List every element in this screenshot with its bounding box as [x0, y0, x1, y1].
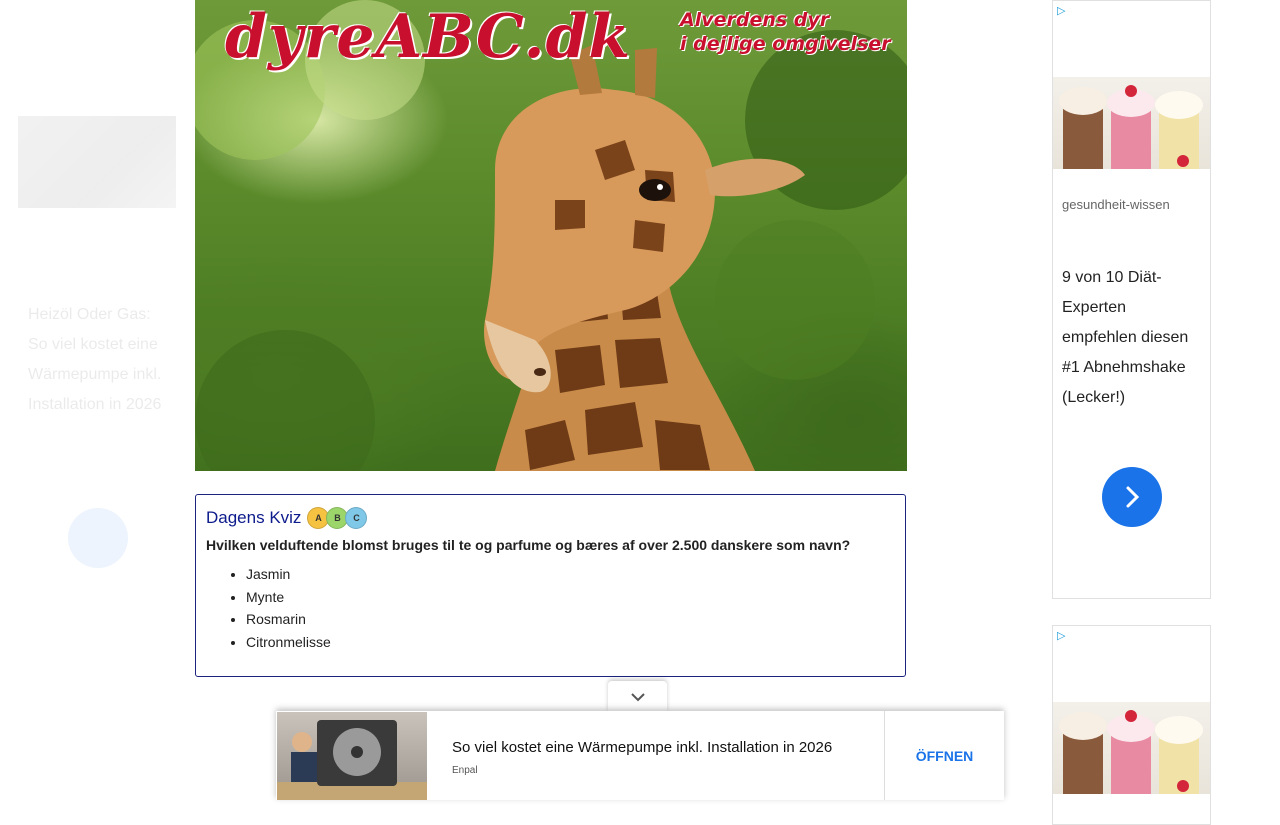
tagline-line-1: Alverdens dyr — [680, 9, 830, 31]
left-ad-arrow-button[interactable] — [68, 508, 128, 568]
milkshake-image — [1053, 77, 1210, 169]
quiz-title: Dagens Kviz — [206, 508, 302, 527]
chevron-right-icon — [1126, 486, 1140, 508]
quiz-header: Dagens Kviz A B C — [206, 507, 368, 529]
adchoices-icon[interactable]: ▷ — [1057, 629, 1065, 642]
quiz-question: Hvilken velduftende blomst bruges til te… — [206, 537, 851, 553]
sticky-bottom-ad[interactable]: So viel kostet eine Wärmepumpe inkl. Ins… — [276, 711, 1004, 800]
heatpump-image — [277, 712, 427, 800]
sticky-ad-title[interactable]: So viel kostet eine Wärmepumpe inkl. Ins… — [452, 739, 832, 756]
collapse-ad-button[interactable] — [608, 681, 667, 712]
left-ad-text: Heizöl Oder Gas: So viel kostet eine Wär… — [28, 306, 162, 413]
hero-banner: dyreABC.dk Alverdens dyr i dejlige omgiv… — [195, 0, 907, 471]
abc-badge-icon: A B C — [307, 507, 368, 529]
site-tagline: Alverdens dyr i dejlige omgivelser — [680, 8, 891, 56]
quiz-option[interactable]: Jasmin — [246, 563, 331, 586]
adchoices-icon[interactable]: ▷ — [1057, 4, 1065, 17]
quiz-option[interactable]: Mynte — [246, 586, 331, 609]
tagline-line-2: i dejlige omgivelser — [680, 33, 891, 55]
ad-next-button[interactable] — [1102, 467, 1162, 527]
ad-headline[interactable]: 9 von 10 Diät-Experten empfehlen diesen … — [1062, 263, 1202, 413]
daily-quiz-box: Dagens Kviz A B C Hvilken velduftende bl… — [195, 494, 906, 677]
badge-letter-c: C — [345, 507, 368, 529]
quiz-options: Jasmin Mynte Rosmarin Citronmelisse — [206, 563, 331, 653]
ad-source: gesundheit-wissen — [1062, 197, 1170, 212]
open-button[interactable]: ÖFFNEN — [885, 711, 1004, 800]
left-faded-ad[interactable]: Heizöl Oder Gas: So viel kostet eine Wär… — [18, 0, 178, 700]
chevron-down-icon — [630, 692, 645, 701]
sticky-ad-brand: Enpal — [452, 765, 478, 776]
site-logo[interactable]: dyreABC.dk — [225, 2, 631, 72]
right-ad[interactable]: ▷ gesundheit-wissen 9 von 10 Diät-Expert… — [1052, 0, 1211, 599]
left-ad-image — [18, 116, 176, 208]
right-ad-secondary[interactable]: ▷ — [1052, 625, 1211, 825]
quiz-option[interactable]: Rosmarin — [246, 608, 331, 631]
milkshake-image — [1053, 702, 1210, 794]
quiz-option[interactable]: Citronmelisse — [246, 631, 331, 654]
